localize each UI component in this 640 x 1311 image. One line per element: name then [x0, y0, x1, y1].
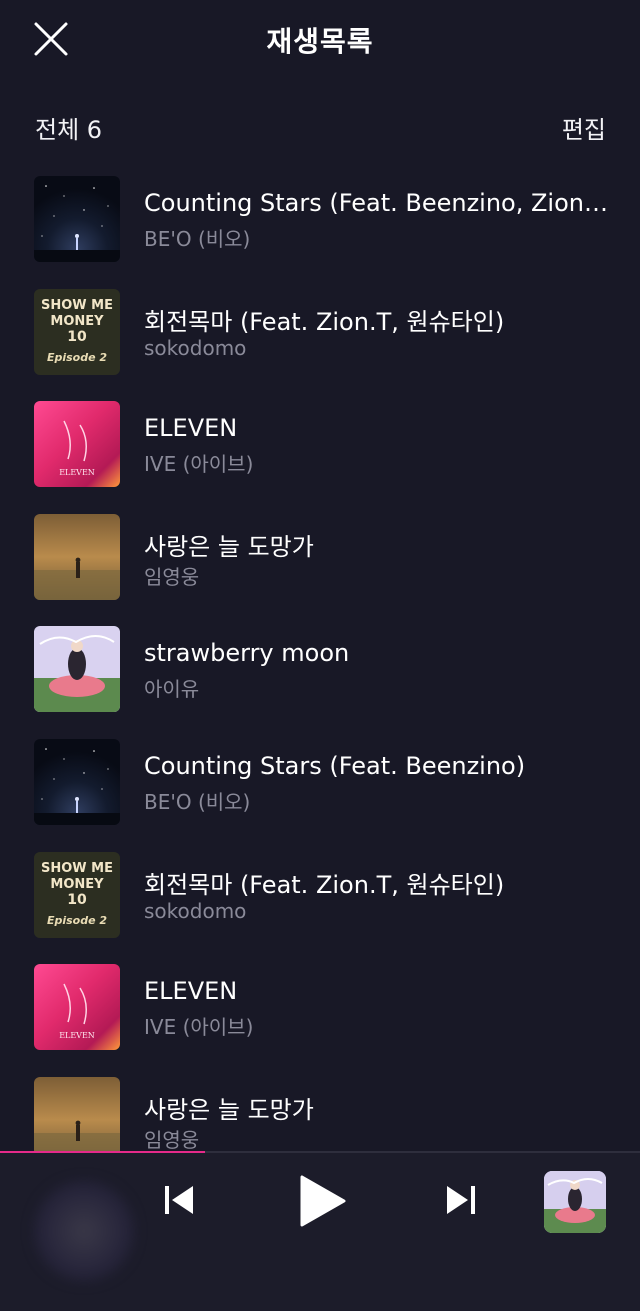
song-title: 사랑은 늘 도망가	[144, 532, 314, 561]
playlist-toolbar: 전체 6 편집	[0, 104, 640, 148]
playlist-item[interactable]: strawberry moon 아이유	[0, 613, 640, 725]
svg-text:ELEVEN: ELEVEN	[59, 468, 95, 477]
mini-player	[0, 1151, 640, 1311]
skip-previous-icon	[165, 1186, 193, 1214]
svg-text:10: 10	[67, 329, 87, 345]
album-art	[34, 1076, 120, 1151]
playlist-item[interactable]: SHOW ME MONEY 10 Episode 2 회전목마 (Feat. Zi…	[0, 839, 640, 951]
song-title: 회전목마 (Feat. Zion.T, 원슈타인)	[144, 307, 505, 336]
skip-previous-button[interactable]	[162, 1183, 196, 1217]
album-art	[34, 513, 120, 600]
playlist-item[interactable]: ELEVEN ELEVEN IVE (아이브)	[0, 951, 640, 1063]
song-artist: BE'O (비오)	[144, 790, 251, 814]
svg-text:Episode 2: Episode 2	[47, 351, 107, 364]
album-art: ELEVEN	[34, 401, 120, 488]
progress-fill	[0, 1151, 205, 1153]
blurred-album-art	[34, 1181, 134, 1281]
play-button[interactable]	[298, 1175, 348, 1227]
song-artist: 임영웅	[144, 1127, 200, 1151]
playlist-item[interactable]: ELEVEN ELEVEN IVE (아이브)	[0, 388, 640, 500]
song-artist: sokodomo	[144, 335, 247, 360]
edit-button[interactable]: 편집	[562, 110, 606, 145]
playlist-item[interactable]: SHOW ME MONEY 10 Episode 2 회전목마 (Feat. Zi…	[0, 276, 640, 388]
strawberry-moon-art	[544, 1171, 606, 1233]
skip-next-button[interactable]	[444, 1183, 478, 1217]
total-count-label: 전체 6	[35, 116, 103, 144]
album-art	[34, 176, 120, 262]
song-title: Counting Stars (Feat. Beenzino, Zion ...	[144, 189, 610, 217]
playlist-item[interactable]: 사랑은 늘 도망가임영웅	[0, 501, 640, 613]
playlist-item[interactable]: Counting Stars (Feat. Beenzino, Zion ...…	[0, 163, 640, 275]
progress-bar[interactable]	[0, 1151, 640, 1153]
song-title: ELEVEN	[144, 414, 238, 443]
song-title: 회전목마 (Feat. Zion.T, 원슈타인)	[144, 870, 505, 899]
playlist-list[interactable]: Counting Stars (Feat. Beenzino, Zion ...…	[0, 163, 640, 1151]
svg-text:Episode 2: Episode 2	[47, 914, 107, 927]
playlist-screen: 재생목록 전체 6 편집 Counting Stars (Feat. Beenz…	[0, 0, 640, 1311]
song-artist: BE'O (비오)	[144, 227, 251, 251]
album-art: SHOW ME MONEY 10 Episode 2	[34, 288, 120, 375]
playlist-item[interactable]: Counting Stars (Feat. Beenzino) BE'O (비오)	[0, 726, 640, 838]
album-art: SHOW ME MONEY 10 Episode 2	[34, 851, 120, 938]
album-art	[34, 626, 120, 713]
skip-next-icon	[447, 1186, 475, 1214]
svg-text:10: 10	[67, 892, 87, 908]
svg-text:MONEY: MONEY	[50, 877, 104, 892]
song-artist: 아이유	[144, 677, 200, 702]
song-title: 사랑은 늘 도망가	[144, 1095, 314, 1124]
svg-text:SHOW ME: SHOW ME	[41, 861, 113, 876]
song-artist: 임영웅	[144, 564, 200, 589]
svg-text:SHOW ME: SHOW ME	[41, 298, 113, 313]
now-playing-album-art[interactable]	[544, 1171, 606, 1233]
song-artist: sokodomo	[144, 898, 247, 923]
song-title: ELEVEN	[144, 977, 238, 1006]
album-art: ELEVEN	[34, 964, 120, 1051]
playlist-item[interactable]: 사랑은 늘 도망가임영웅	[0, 1064, 640, 1151]
song-title: strawberry moon	[144, 639, 350, 668]
svg-text:MONEY: MONEY	[50, 314, 104, 329]
song-title: Counting Stars (Feat. Beenzino)	[144, 752, 526, 780]
song-artist: IVE (아이브)	[144, 452, 254, 477]
play-icon	[300, 1175, 346, 1227]
header: 재생목록	[0, 0, 640, 80]
page-title: 재생목록	[266, 25, 374, 58]
song-artist: IVE (아이브)	[144, 1015, 254, 1040]
svg-text:ELEVEN: ELEVEN	[59, 1031, 95, 1040]
album-art	[34, 739, 120, 825]
